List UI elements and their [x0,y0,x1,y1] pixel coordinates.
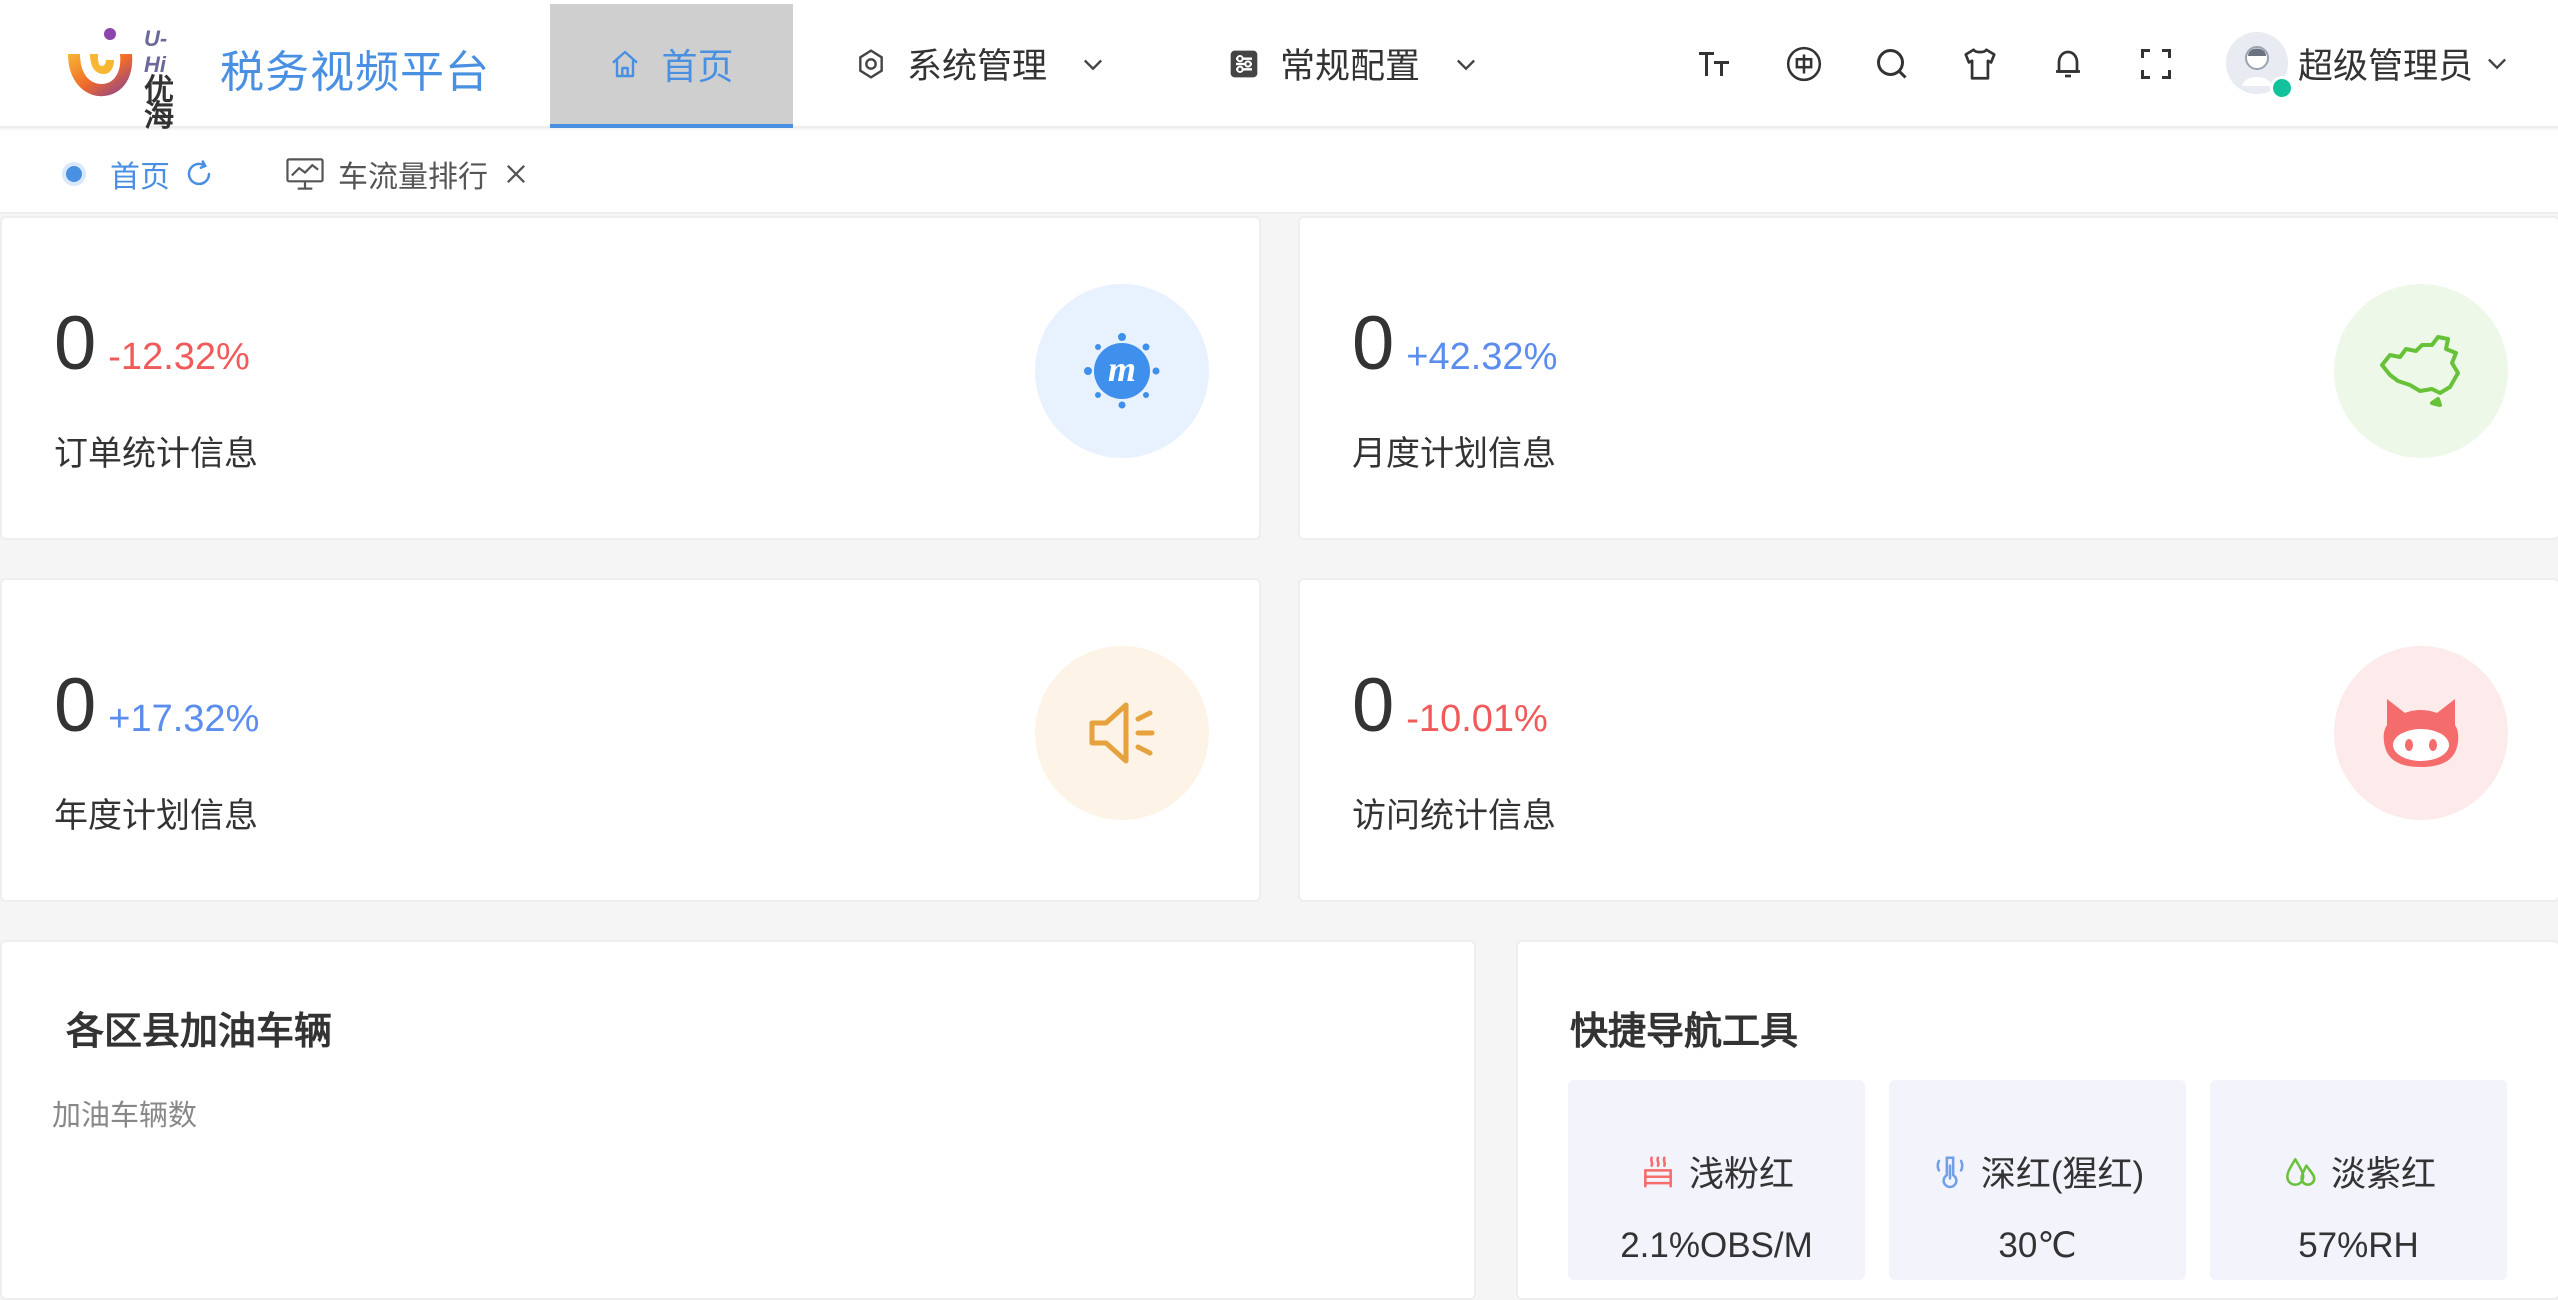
home-icon [612,50,639,78]
quick-nav-tile-title: 浅粉红 [1568,1146,1865,1197]
stat-value: 0 [1352,663,1395,748]
quick-nav-tile-value: 57%RH [2298,1226,2419,1265]
user-name: 超级管理员 [2298,46,2474,86]
fuel-panel-subtitle: 加油车辆数 [52,1100,198,1132]
logo[interactable]: U-Hi 优海 [60,24,174,132]
fuel-panel-title: 各区县加油车辆 [66,1011,333,1053]
quick-nav-tile-title: 深红(猩红) [1889,1146,2186,1197]
stat-change: -10.01% [1406,698,1548,740]
settings-icon [859,48,883,79]
tab-traffic-label: 车流量排行 [338,161,488,194]
search-icon[interactable] [1872,44,1912,84]
stat-label: 访问统计信息 [1352,797,1556,835]
humidity-icon [2286,1157,2316,1186]
stat-value-row: 0 +42.32% [1352,300,1557,387]
avatar [2226,32,2294,100]
nav-system-management[interactable]: 系统管理 [855,38,1107,89]
quick-nav-tile-title: 淡紫红 [2210,1146,2507,1197]
fuel-vehicles-panel: 各区县加油车辆 加油车辆数 [0,940,1476,1300]
logo-cn: 优海 [144,74,174,133]
user-menu[interactable]: 超级管理员 [2226,32,2511,100]
logo-text: U-Hi 优海 [144,26,174,133]
bell-icon[interactable] [2048,44,2088,84]
chevron-down-icon [2488,58,2507,70]
speaker-icon [1035,646,1209,820]
stat-value-row: 0 +17.32% [54,662,259,749]
stat-card-monthly-plan[interactable]: 0 +42.32% 月度计划信息 [1298,216,2558,540]
svg-text:m: m [1108,349,1136,389]
stat-value-row: 0 -12.32% [54,300,250,387]
tab-traffic-ranking[interactable]: 车流量排行 [286,152,530,196]
quick-nav-tile[interactable]: 深红(猩红) 30℃ [1889,1080,2186,1280]
nav-config-label: 常规配置 [1280,47,1421,86]
chevron-down-icon [1457,59,1476,70]
close-icon[interactable] [502,160,530,188]
tabs-bar: 首页 车流量排行 [0,130,2558,214]
nav-system-label: 系统管理 [907,47,1048,86]
theme-icon[interactable] [1960,44,2000,84]
stat-label: 年度计划信息 [54,797,258,835]
online-status-dot [2270,76,2294,100]
quick-nav-tile-label: 淡紫红 [2330,1155,2436,1194]
language-icon[interactable] [1784,44,1824,84]
meetup-icon: m [1035,284,1209,458]
github-icon [2334,646,2508,820]
font-size-icon[interactable] [1694,44,1734,84]
stat-card-annual-plan[interactable]: 0 +17.32% 年度计划信息 [0,578,1261,902]
logo-mark-icon [60,24,140,104]
quick-nav-tile-label: 深红(猩红) [1980,1155,2145,1194]
fullscreen-icon[interactable] [2136,44,2176,84]
logo-en: U-Hi [144,26,168,77]
nav-home[interactable]: 首页 [550,4,793,128]
chevron-down-icon [1084,59,1103,70]
stat-label: 月度计划信息 [1352,435,1556,473]
stat-value-row: 0 -10.01% [1352,662,1548,749]
nav-home-label: 首页 [661,46,734,87]
stat-label: 订单统计信息 [54,435,258,473]
active-dot-icon [66,166,82,182]
quick-nav-tile-value: 30℃ [1998,1226,2077,1265]
tab-home[interactable]: 首页 [66,152,214,196]
quick-nav-tile[interactable]: 浅粉红 2.1%OBS/M [1568,1080,1865,1280]
heater-icon [1644,1155,1672,1188]
stat-card-orders[interactable]: 0 -12.32% 订单统计信息 m [0,216,1261,540]
quick-nav-title: 快捷导航工具 [1570,1011,1799,1053]
top-header: U-Hi 优海 税务视频平台 首页 系统管理 常规配置 超级管理员 [0,0,2558,132]
stat-change: +42.32% [1406,336,1558,378]
app-title: 税务视频平台 [220,48,490,97]
stat-change: -12.32% [108,336,250,378]
china-map-icon [2334,284,2508,458]
quick-nav-tile[interactable]: 淡紫红 57%RH [2210,1080,2507,1280]
nav-general-config[interactable]: 常规配置 [1228,38,1480,89]
quick-nav-tile-value: 2.1%OBS/M [1620,1226,1813,1265]
stat-value: 0 [54,663,97,748]
config-icon [1230,50,1258,77]
stat-value: 0 [54,301,97,386]
refresh-icon[interactable] [184,159,214,189]
temperature-icon [1936,1155,1964,1188]
quick-nav-tile-label: 浅粉红 [1688,1155,1794,1194]
stat-value: 0 [1352,301,1395,386]
stat-change: +17.32% [108,698,260,740]
stat-card-visits[interactable]: 0 -10.01% 访问统计信息 [1298,578,2558,902]
tab-home-label: 首页 [110,161,170,194]
monitor-icon [286,158,324,190]
